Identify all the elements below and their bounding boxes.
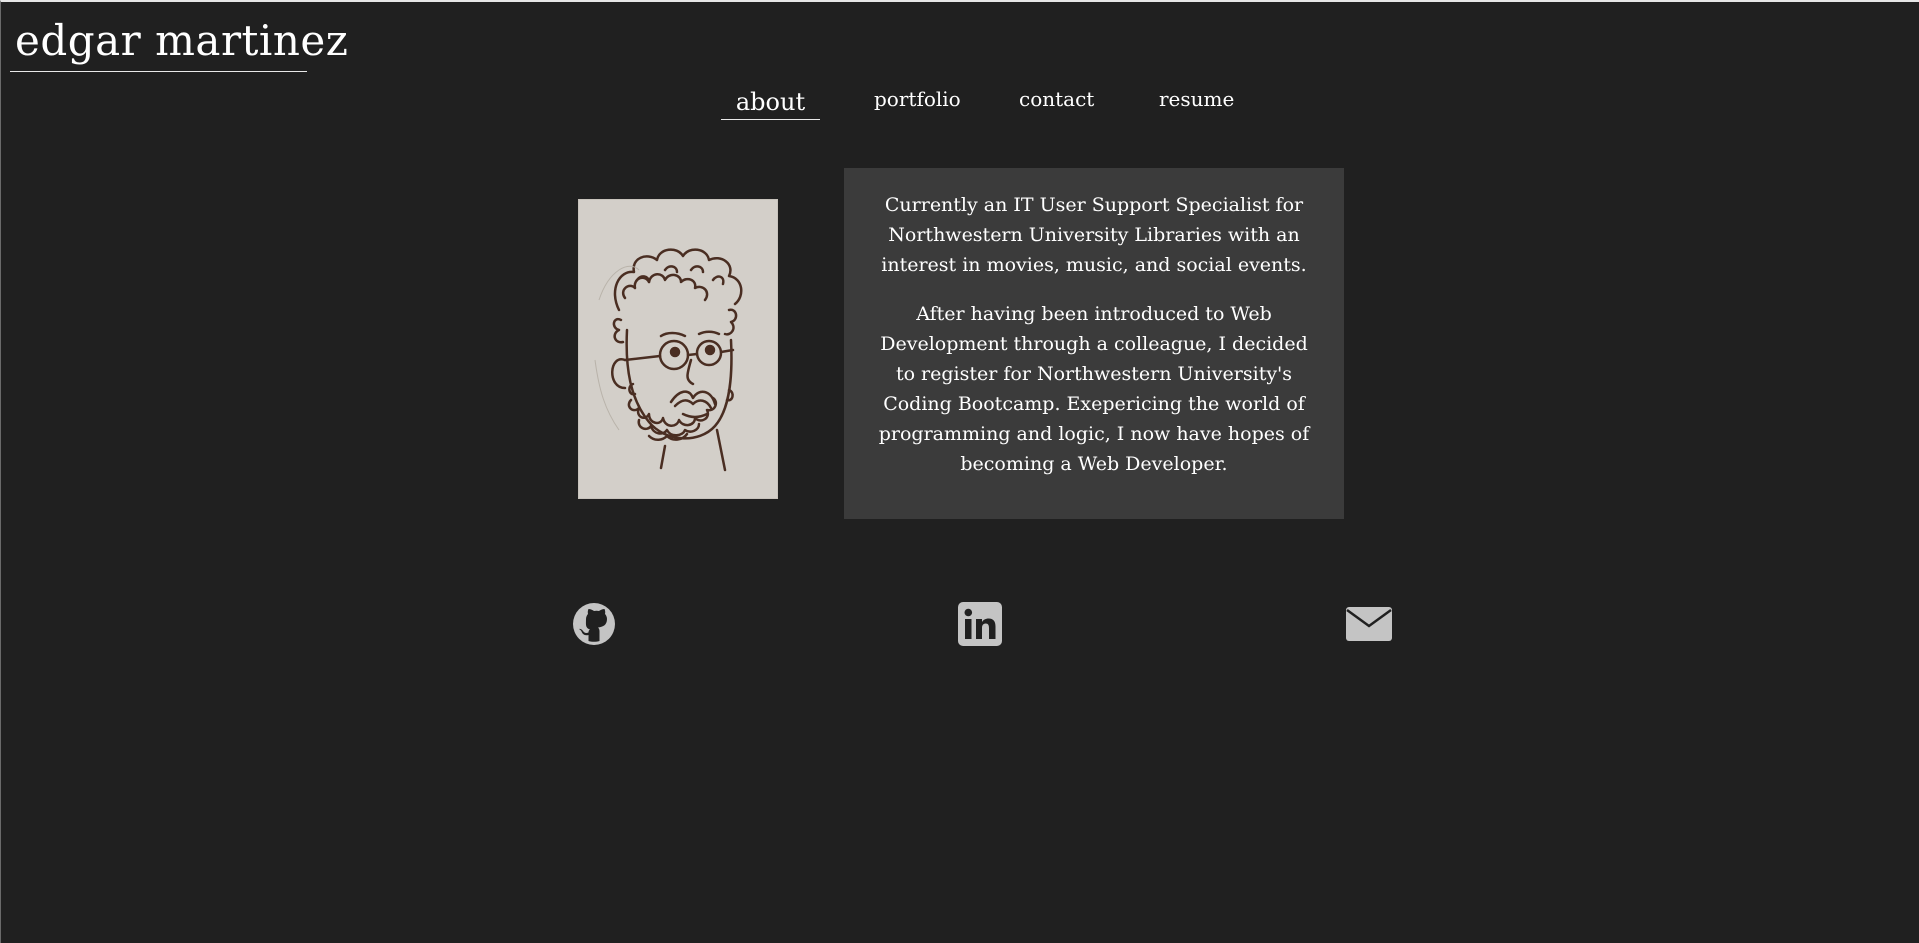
- page: edgar martinez about portfolio contact r…: [0, 0, 1919, 943]
- nav-link-about[interactable]: about: [721, 82, 820, 120]
- about-panel: Currently an IT User Support Specialist …: [844, 168, 1344, 519]
- github-icon[interactable]: [572, 602, 616, 646]
- linkedin-icon[interactable]: [958, 602, 1002, 646]
- nav-link-resume[interactable]: resume: [1159, 85, 1234, 113]
- portrait-image: [578, 199, 778, 499]
- email-icon[interactable]: [1345, 602, 1392, 646]
- site-title[interactable]: edgar martinez: [10, 16, 348, 72]
- nav-link-portfolio[interactable]: portfolio: [874, 85, 961, 113]
- main-nav: about portfolio contact resume: [1, 82, 1919, 122]
- about-paragraph: Currently an IT User Support Specialist …: [881, 194, 1307, 276]
- about-paragraph: After having been introduced to Web Deve…: [878, 303, 1310, 475]
- nav-link-contact[interactable]: contact: [1019, 85, 1094, 113]
